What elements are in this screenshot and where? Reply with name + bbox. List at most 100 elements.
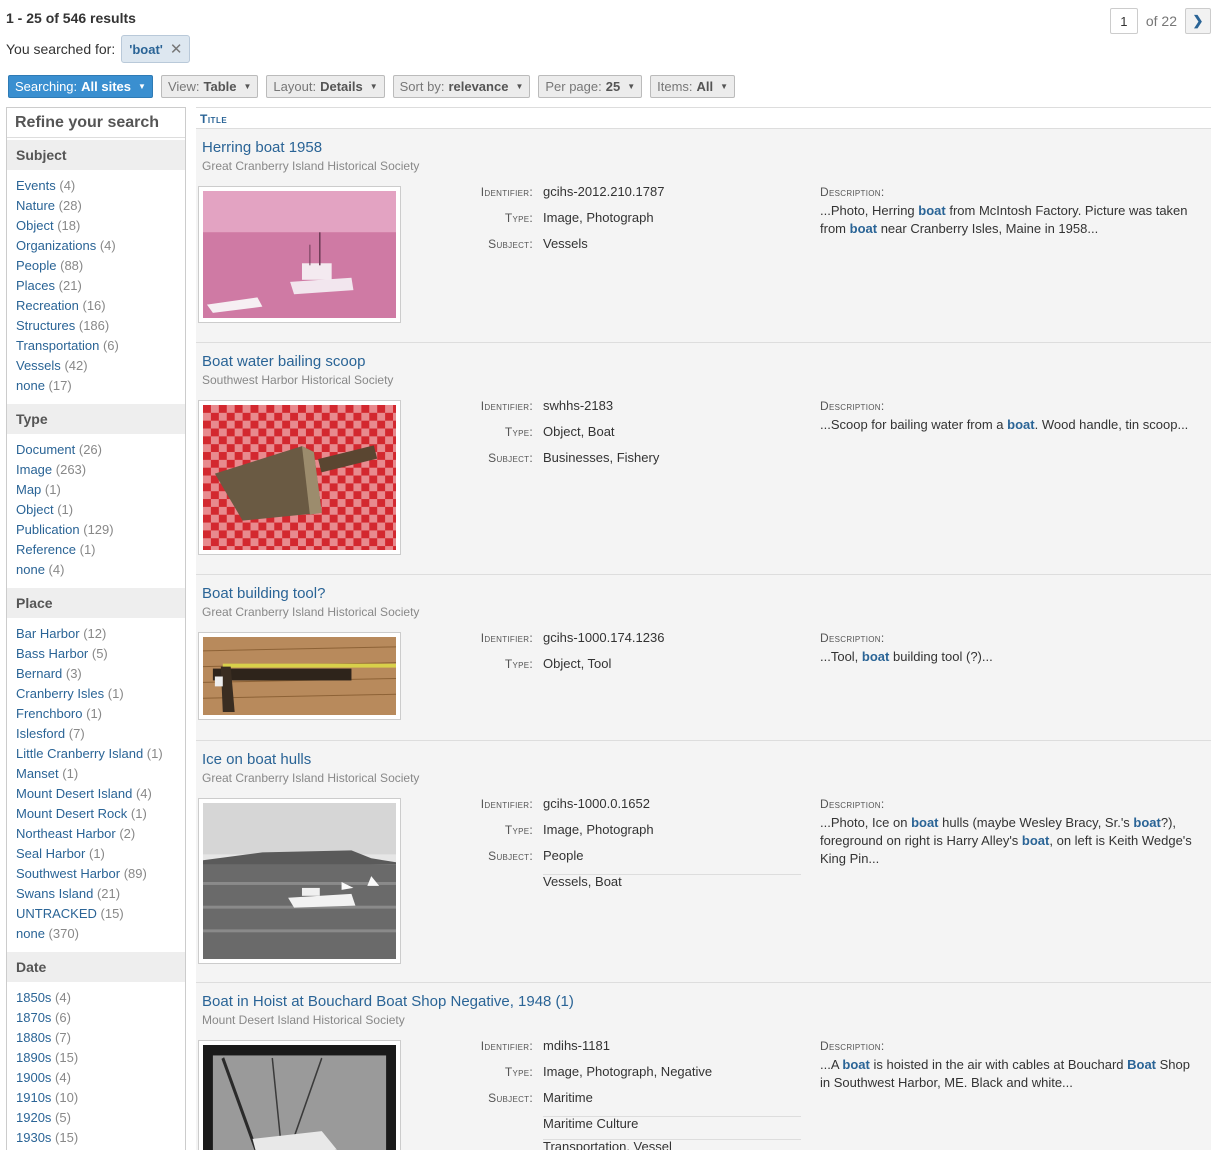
- facet-item[interactable]: Bar Harbor (12): [16, 624, 185, 644]
- facet-item[interactable]: Vessels (42): [16, 356, 185, 376]
- facet-item-label[interactable]: Object: [16, 502, 54, 517]
- facet-item[interactable]: Events (4): [16, 176, 185, 196]
- facet-item-label[interactable]: 1890s: [16, 1050, 51, 1065]
- record-thumbnail[interactable]: [198, 1040, 401, 1150]
- page-number-input[interactable]: 1: [1109, 8, 1138, 34]
- facet-item-label[interactable]: 1850s: [16, 990, 51, 1005]
- facet-item-label[interactable]: Places: [16, 278, 55, 293]
- subject-value[interactable]: Vessels, Boat: [543, 875, 801, 898]
- facet-item-label[interactable]: Little Cranberry Island: [16, 746, 143, 761]
- facet-item-label[interactable]: Document: [16, 442, 75, 457]
- record-title-link[interactable]: Boat building tool?: [202, 585, 325, 602]
- facet-item-label[interactable]: Manset: [16, 766, 59, 781]
- facet-item-label[interactable]: Transportation: [16, 338, 99, 353]
- facet-item-label[interactable]: Map: [16, 482, 41, 497]
- items-dropdown[interactable]: Items: All ▼: [650, 75, 736, 98]
- facet-item[interactable]: 1900s (4): [16, 1068, 185, 1088]
- record-thumbnail[interactable]: [198, 798, 401, 964]
- subject-value[interactable]: Maritime: [543, 1091, 801, 1117]
- record-title-link[interactable]: Boat water bailing scoop: [202, 353, 365, 370]
- subject-value[interactable]: People: [543, 849, 801, 875]
- facet-item-label[interactable]: Mount Desert Rock: [16, 806, 127, 821]
- facet-item[interactable]: 1910s (10): [16, 1088, 185, 1108]
- facet-item[interactable]: none (17): [16, 376, 185, 396]
- facet-item[interactable]: Map (1): [16, 480, 185, 500]
- sort-dropdown[interactable]: Sort by: relevance ▼: [392, 75, 531, 98]
- facet-item[interactable]: Manset (1): [16, 764, 185, 784]
- facet-item[interactable]: Image (263): [16, 460, 185, 480]
- facet-item-label[interactable]: Organizations: [16, 238, 96, 253]
- facet-item[interactable]: Islesford (7): [16, 724, 185, 744]
- facet-item-label[interactable]: 1900s: [16, 1070, 51, 1085]
- facet-item[interactable]: 1930s (15): [16, 1128, 185, 1148]
- record-title-link[interactable]: Boat in Hoist at Bouchard Boat Shop Nega…: [202, 993, 574, 1010]
- facet-item-label[interactable]: 1930s: [16, 1130, 51, 1145]
- facet-item[interactable]: 1850s (4): [16, 988, 185, 1008]
- facet-item[interactable]: People (88): [16, 256, 185, 276]
- facet-item[interactable]: Places (21): [16, 276, 185, 296]
- facet-item[interactable]: Swans Island (21): [16, 884, 185, 904]
- facet-item[interactable]: Object (18): [16, 216, 185, 236]
- facet-item[interactable]: Nature (28): [16, 196, 185, 216]
- facet-item-label[interactable]: none: [16, 562, 45, 577]
- facet-item-label[interactable]: Northeast Harbor: [16, 826, 116, 841]
- facet-item[interactable]: Organizations (4): [16, 236, 185, 256]
- record-title-link[interactable]: Herring boat 1958: [202, 139, 322, 156]
- facet-item-label[interactable]: Object: [16, 218, 54, 233]
- title-column-header[interactable]: Title: [196, 107, 1211, 129]
- facet-item-label[interactable]: Islesford: [16, 726, 65, 741]
- facet-item-label[interactable]: Nature: [16, 198, 55, 213]
- facet-item[interactable]: Mount Desert Rock (1): [16, 804, 185, 824]
- per-page-dropdown[interactable]: Per page: 25 ▼: [538, 75, 643, 98]
- remove-query-icon[interactable]: ✕: [170, 40, 183, 58]
- record-thumbnail[interactable]: [198, 632, 401, 720]
- facet-item-label[interactable]: Southwest Harbor: [16, 866, 120, 881]
- subject-value[interactable]: Maritime Culture: [543, 1117, 801, 1140]
- facet-item[interactable]: Document (26): [16, 440, 185, 460]
- record-thumbnail[interactable]: [198, 400, 401, 555]
- subject-value[interactable]: Transportation, Vessel: [543, 1140, 801, 1150]
- facet-item-label[interactable]: 1880s: [16, 1030, 51, 1045]
- facet-item-label[interactable]: Vessels: [16, 358, 61, 373]
- facet-item-label[interactable]: Seal Harbor: [16, 846, 85, 861]
- facet-item[interactable]: UNTRACKED (15): [16, 904, 185, 924]
- facet-item-label[interactable]: UNTRACKED: [16, 906, 97, 921]
- facet-item-label[interactable]: Bass Harbor: [16, 646, 88, 661]
- facet-item[interactable]: 1920s (5): [16, 1108, 185, 1128]
- facet-item-label[interactable]: Structures: [16, 318, 75, 333]
- facet-item[interactable]: Bass Harbor (5): [16, 644, 185, 664]
- facet-item[interactable]: Transportation (6): [16, 336, 185, 356]
- record-thumbnail[interactable]: [198, 186, 401, 323]
- view-dropdown[interactable]: View: Table ▼: [160, 75, 259, 98]
- facet-item-label[interactable]: 1910s: [16, 1090, 51, 1105]
- facet-item[interactable]: Publication (129): [16, 520, 185, 540]
- facet-item-label[interactable]: 1870s: [16, 1010, 51, 1025]
- facet-item[interactable]: Bernard (3): [16, 664, 185, 684]
- facet-item-label[interactable]: Image: [16, 462, 52, 477]
- facet-item[interactable]: Little Cranberry Island (1): [16, 744, 185, 764]
- facet-item[interactable]: Object (1): [16, 500, 185, 520]
- facet-item-label[interactable]: none: [16, 378, 45, 393]
- facet-item[interactable]: Northeast Harbor (2): [16, 824, 185, 844]
- facet-item-label[interactable]: 1920s: [16, 1110, 51, 1125]
- facet-item[interactable]: Recreation (16): [16, 296, 185, 316]
- facet-item[interactable]: Frenchboro (1): [16, 704, 185, 724]
- facet-item[interactable]: none (4): [16, 560, 185, 580]
- facet-item[interactable]: Mount Desert Island (4): [16, 784, 185, 804]
- subject-value[interactable]: Businesses, Fishery: [543, 451, 801, 477]
- facet-item-label[interactable]: Reference: [16, 542, 76, 557]
- facet-item[interactable]: 1880s (7): [16, 1028, 185, 1048]
- facet-item-label[interactable]: Bernard: [16, 666, 62, 681]
- subject-value[interactable]: Vessels: [543, 237, 801, 263]
- facet-item[interactable]: 1870s (6): [16, 1008, 185, 1028]
- record-title-link[interactable]: Ice on boat hulls: [202, 751, 311, 768]
- searching-dropdown[interactable]: Searching: All sites ▼: [8, 75, 153, 98]
- facet-item[interactable]: 1890s (15): [16, 1048, 185, 1068]
- facet-item-label[interactable]: Events: [16, 178, 56, 193]
- layout-dropdown[interactable]: Layout: Details ▼: [266, 75, 385, 98]
- facet-item[interactable]: Seal Harbor (1): [16, 844, 185, 864]
- facet-item[interactable]: Reference (1): [16, 540, 185, 560]
- facet-item-label[interactable]: Mount Desert Island: [16, 786, 132, 801]
- facet-item-label[interactable]: Recreation: [16, 298, 79, 313]
- facet-item-label[interactable]: none: [16, 926, 45, 941]
